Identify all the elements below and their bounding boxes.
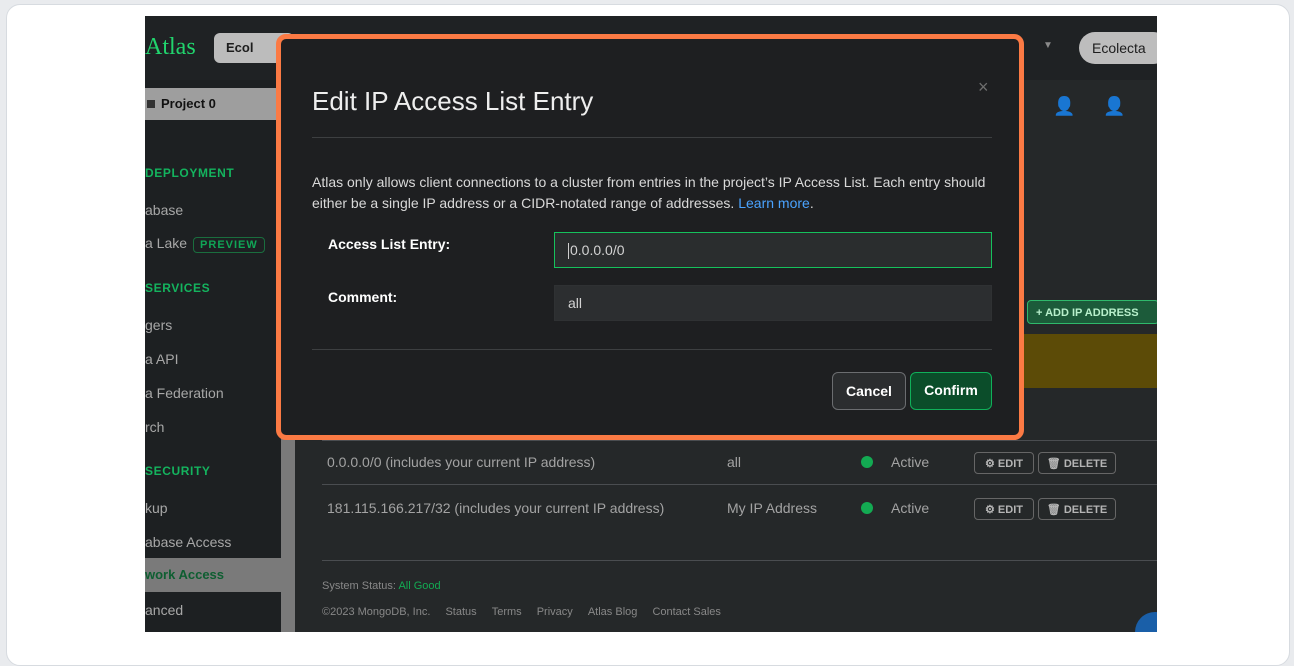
sidebar-item-data-federation[interactable]: a Federation [145,385,224,401]
text-cursor [568,243,569,260]
footer-divider [322,560,1157,561]
confirm-button[interactable]: Confirm [910,372,992,410]
edit-button[interactable]: ⚙ EDIT [974,498,1034,520]
delete-label: DELETE [1063,504,1108,516]
user-menu[interactable]: Ecolecta [1079,32,1157,64]
atlas-logo: Atlas [145,34,196,60]
sidebar-item-triggers[interactable]: gers [145,317,172,333]
copyright: ©2023 MongoDB, Inc. [322,606,431,618]
project-selector[interactable]: Project 0 [145,88,281,120]
system-status: System Status: All Good [322,580,441,592]
sidebar-item-advanced[interactable]: anced [145,602,183,618]
warning-banner [1023,334,1157,388]
learn-more-link[interactable]: Learn more [738,195,810,211]
edit-ip-access-modal: Edit IP Access List Entry × Atlas only a… [276,34,1024,440]
chevron-down-icon[interactable]: ▼ [1043,40,1053,51]
access-list-entry-label: Access List Entry: [328,236,451,252]
sidebar-item-backup[interactable]: kup [145,500,168,516]
table-divider [322,440,1157,441]
modal-divider-bottom [312,349,992,350]
sidebar-item-network-access[interactable]: work Access [145,558,281,592]
project-icon [147,100,155,108]
delete-button[interactable]: 🗑 DELETE [1038,498,1116,520]
description-period: . [809,195,814,211]
project-label: Project 0 [161,96,216,111]
preview-badge: PREVIEW [193,237,265,253]
sidebar: Project 0 DEPLOYMENT abase a Lake PREVIEW… [145,80,281,632]
system-status-label: System Status: [322,580,396,592]
data-lake-label: a Lake [145,235,188,251]
row-divider [322,484,1157,485]
org-label: Ecol [226,40,254,55]
footer-link-status[interactable]: Status [445,606,476,618]
modal-divider-top [312,137,992,138]
sidebar-item-search[interactable]: rch [145,419,164,435]
footer-link-terms[interactable]: Terms [492,606,522,618]
footer-link-privacy[interactable]: Privacy [537,606,573,618]
access-list-entry-input[interactable]: 0.0.0.0/0 [554,232,992,268]
edit-label: EDIT [997,504,1023,516]
comment-label: Comment: [328,289,398,305]
security-header: SECURITY [145,464,211,478]
sidebar-item-database-access[interactable]: abase Access [145,534,231,550]
footer-link-atlas-blog[interactable]: Atlas Blog [588,606,638,618]
modal-description: Atlas only allows client connections to … [312,172,1002,214]
system-status-value[interactable]: All Good [398,580,440,592]
status-badge: Active [891,500,930,516]
status-dot-icon [861,502,873,514]
description-text: Atlas only allows client connections to … [312,174,986,211]
sidebar-item-data-lake[interactable]: a Lake PREVIEW [145,235,265,253]
edit-label: EDIT [997,458,1023,470]
sidebar-item-database[interactable]: abase [145,202,183,218]
close-icon[interactable]: × [978,77,989,98]
services-header: SERVICES [145,281,211,295]
footer-links: ©2023 MongoDB, Inc. Status Terms Privacy… [322,606,721,618]
comment-value: all [568,295,583,311]
delete-label: DELETE [1063,458,1108,470]
footer-link-contact-sales[interactable]: Contact Sales [652,606,720,618]
access-list-entry-value: 0.0.0.0/0 [570,242,625,258]
status-badge: Active [891,454,930,470]
status-dot-icon [861,456,873,468]
edit-button[interactable]: ⚙ EDIT [974,452,1034,474]
add-user-icon[interactable]: 👤 [1053,96,1075,117]
invite-user-icon[interactable]: 👤 [1103,96,1125,117]
ip-address-cell: 181.115.166.217/32 (includes your curren… [327,500,665,516]
comment-cell: My IP Address [727,500,818,516]
add-ip-address-button[interactable]: + ADD IP ADDRESS [1027,300,1157,324]
delete-button[interactable]: 🗑 DELETE [1038,452,1116,474]
deployment-header: DEPLOYMENT [145,166,235,180]
modal-title: Edit IP Access List Entry [312,86,594,116]
cancel-button[interactable]: Cancel [832,372,906,410]
comment-input[interactable]: all [554,285,992,321]
ip-address-cell: 0.0.0.0/0 (includes your current IP addr… [327,454,596,470]
sidebar-item-data-api[interactable]: a API [145,351,178,367]
comment-cell: all [727,454,742,470]
